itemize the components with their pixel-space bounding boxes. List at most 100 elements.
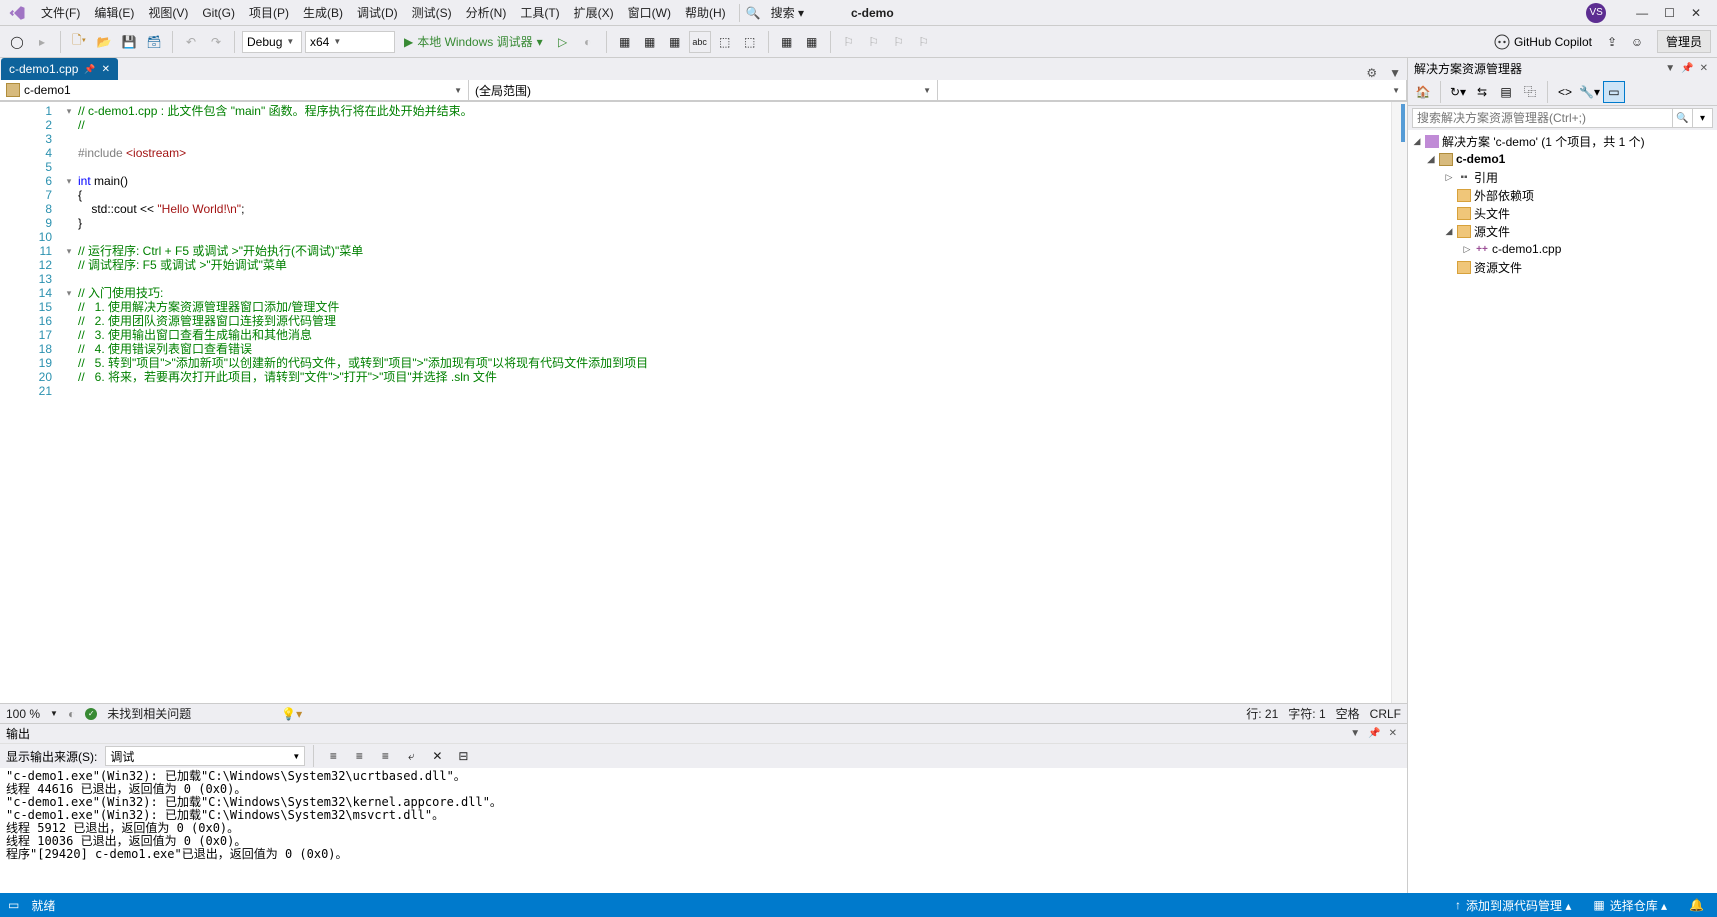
status-bell-icon[interactable]: 🔔 <box>1684 898 1709 912</box>
bookmark-3-button[interactable]: ⚐ <box>888 31 910 53</box>
nav-back-button[interactable]: ◯ <box>6 31 28 53</box>
output-source-dropdown[interactable]: 调试▼ <box>105 746 305 766</box>
ptool-3[interactable]: ▤ <box>1495 81 1517 103</box>
lightbulb-icon[interactable]: 💡▾ <box>281 707 302 721</box>
menu-debug[interactable]: 调试(D) <box>350 1 405 24</box>
platform-dropdown[interactable]: x64▼ <box>305 31 395 53</box>
tree-headers[interactable]: 头文件 <box>1408 204 1717 222</box>
tree-cpp-file[interactable]: ▷++c-demo1.cpp <box>1408 240 1717 258</box>
tree-resources[interactable]: 资源文件 <box>1408 258 1717 276</box>
toggle-6-button[interactable]: ▦ <box>776 31 798 53</box>
output-tool-2[interactable]: ≡ <box>348 745 370 767</box>
toggle-5-button[interactable]: ⬚ <box>739 31 761 53</box>
close-icon[interactable]: ✕ <box>1691 6 1701 20</box>
output-tool-6[interactable]: ⊟ <box>452 745 474 767</box>
start-nodbg-button[interactable]: ▷ <box>552 31 574 53</box>
bookmark-button[interactable]: ⚐ <box>838 31 860 53</box>
menu-help[interactable]: 帮助(H) <box>678 1 733 24</box>
toggle-4-button[interactable]: ⬚ <box>714 31 736 53</box>
toggle-1-button[interactable]: ▦ <box>614 31 636 53</box>
status-repo[interactable]: ▦ 选择仓库 ▴ <box>1588 897 1672 914</box>
code-editor[interactable]: 123456789101112131415161718192021 ▾▾▾▾ /… <box>0 102 1407 703</box>
toggle-abc-button[interactable]: abc <box>689 31 711 53</box>
copilot-button[interactable]: GitHub Copilot <box>1488 34 1598 50</box>
tree-project[interactable]: ◢c-demo1 <box>1408 150 1717 168</box>
panel-dd-icon[interactable]: ▼ <box>1662 63 1678 74</box>
feedback-button[interactable]: ☺ <box>1626 31 1648 53</box>
solution-search-input[interactable] <box>1412 108 1673 128</box>
menu-project[interactable]: 项目(P) <box>242 1 296 24</box>
issues-text[interactable]: 未找到相关问题 <box>107 705 191 722</box>
menu-tools[interactable]: 工具(T) <box>513 1 566 24</box>
tree-external[interactable]: 外部依赖项 <box>1408 186 1717 204</box>
search-go-icon[interactable]: 🔍 <box>1673 108 1693 128</box>
tree-references[interactable]: ▷▪▪引用 <box>1408 168 1717 186</box>
menu-window[interactable]: 窗口(W) <box>621 1 678 24</box>
redo-button[interactable]: ↷ <box>205 31 227 53</box>
maximize-icon[interactable]: ☐ <box>1664 6 1675 20</box>
output-pin-icon[interactable]: 📌 <box>1364 728 1384 739</box>
nav-scope-dropdown[interactable]: c-demo1▼ <box>0 80 469 101</box>
nav-member-dropdown[interactable]: (全局范围)▼ <box>469 80 938 101</box>
bookmark-4-button[interactable]: ⚐ <box>913 31 935 53</box>
ptool-6[interactable]: 🔧▾ <box>1578 81 1601 103</box>
zoom-dd-icon[interactable]: ▼ <box>50 709 58 718</box>
panel-close-icon[interactable]: ✕ <box>1697 63 1711 74</box>
config-dropdown[interactable]: Debug▼ <box>242 31 302 53</box>
search-dd-icon[interactable]: ▾ <box>1693 108 1713 128</box>
tab-list-icon[interactable]: ▼ <box>1383 66 1407 80</box>
menu-analyze[interactable]: 分析(N) <box>459 1 514 24</box>
ptool-5[interactable]: <> <box>1554 81 1576 103</box>
output-tool-3[interactable]: ≡ <box>374 745 396 767</box>
ptool-1[interactable]: ↻▾ <box>1447 81 1469 103</box>
status-source-control[interactable]: ↑ 添加到源代码管理 ▴ <box>1450 897 1576 914</box>
ptool-2[interactable]: ⇆ <box>1471 81 1493 103</box>
output-close-icon[interactable]: ✕ <box>1385 728 1401 739</box>
ptool-4[interactable]: ⿻ <box>1519 81 1541 103</box>
tab-settings-icon[interactable]: ⚙ <box>1360 66 1383 80</box>
toggle-2-button[interactable]: ▦ <box>639 31 661 53</box>
menu-search[interactable]: 搜索 ▾ <box>764 1 811 24</box>
new-button[interactable]: 🗋▾ <box>68 31 90 53</box>
nav-fwd-button[interactable]: ▸ <box>31 31 53 53</box>
undo-button[interactable]: ↶ <box>180 31 202 53</box>
file-tab-active[interactable]: c-demo1.cpp 📌 ✕ <box>1 58 118 80</box>
output-clear-button[interactable]: ≡ <box>322 745 344 767</box>
output-tool-5[interactable]: ✕ <box>426 745 448 767</box>
indent-mode[interactable]: 空格 <box>1336 705 1360 722</box>
open-button[interactable]: 📂 <box>93 31 115 53</box>
tree-solution-root[interactable]: ◢解决方案 'c-demo' (1 个项目，共 1 个) <box>1408 132 1717 150</box>
minimize-icon[interactable]: — <box>1636 6 1648 20</box>
toggle-7-button[interactable]: ▦ <box>801 31 823 53</box>
menu-edit[interactable]: 编辑(E) <box>87 1 141 24</box>
tree-sources[interactable]: ◢源文件 <box>1408 222 1717 240</box>
panel-pin-icon[interactable]: 📌 <box>1678 63 1696 74</box>
output-text[interactable]: "c-demo1.exe"(Win32): 已加载"C:\Windows\Sys… <box>0 768 1407 893</box>
toggle-3-button[interactable]: ▦ <box>664 31 686 53</box>
save-all-button[interactable]: 🗃 <box>143 31 165 53</box>
start-debug-button[interactable]: ▶ 本地 Windows 调试器 ▾ <box>398 31 549 53</box>
nav-extra-dropdown[interactable]: ▼ <box>938 80 1407 101</box>
scrollbar[interactable] <box>1391 102 1407 703</box>
menu-extensions[interactable]: 扩展(X) <box>567 1 621 24</box>
stop-button[interactable]: ◐ <box>577 31 599 53</box>
pin-icon[interactable]: 📌 <box>84 64 95 75</box>
solution-tree[interactable]: ◢解决方案 'c-demo' (1 个项目，共 1 个) ◢c-demo1 ▷▪… <box>1408 130 1717 893</box>
save-button[interactable]: 💾 <box>118 31 140 53</box>
admin-badge[interactable]: 管理员 <box>1657 30 1711 53</box>
menu-build[interactable]: 生成(B) <box>296 1 350 24</box>
menu-git[interactable]: Git(G) <box>195 3 242 23</box>
eol-mode[interactable]: CRLF <box>1370 707 1401 721</box>
menu-test[interactable]: 测试(S) <box>405 1 459 24</box>
cursor-line[interactable]: 行: 21 <box>1246 705 1278 722</box>
menu-view[interactable]: 视图(V) <box>141 1 195 24</box>
share-button[interactable]: ⇪ <box>1601 31 1623 53</box>
home-button[interactable]: 🏠 <box>1412 81 1434 103</box>
status-output-icon[interactable]: ▭ <box>8 898 19 912</box>
output-wrap-button[interactable]: ⤶ <box>400 745 422 767</box>
bookmark-2-button[interactable]: ⚐ <box>863 31 885 53</box>
cursor-col[interactable]: 字符: 1 <box>1288 705 1325 722</box>
account-avatar-icon[interactable]: VS <box>1586 3 1606 23</box>
menu-file[interactable]: 文件(F) <box>34 1 87 24</box>
tab-close-icon[interactable]: ✕ <box>102 64 110 75</box>
